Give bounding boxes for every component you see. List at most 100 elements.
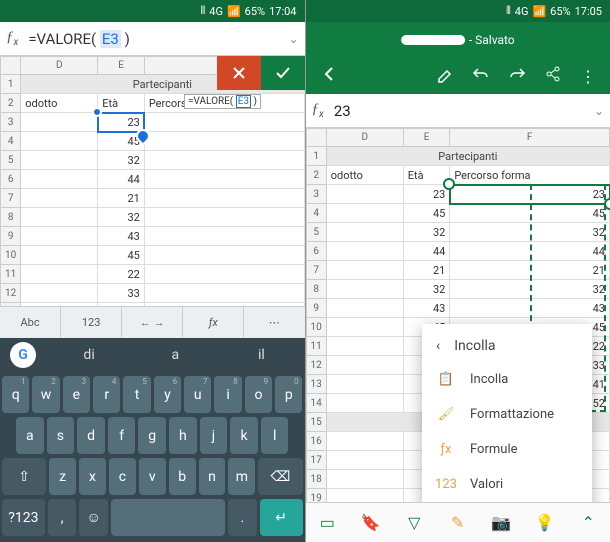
clipboard-icon: 📋 — [436, 372, 456, 387]
mode-123[interactable]: 123 — [61, 307, 122, 338]
back-icon[interactable]: ‹ — [436, 338, 440, 354]
clock: 17:05 — [575, 5, 602, 18]
keyboard-mode-bar: Abc 123 ← → ƒx ⋯ — [0, 306, 305, 338]
key-p[interactable]: p0 — [275, 376, 302, 413]
paste-item-formatting[interactable]: 🖌Formattazione — [422, 397, 592, 432]
highlight-icon[interactable]: ✎ — [443, 513, 473, 532]
paste-item-paste[interactable]: 📋Incolla — [422, 362, 592, 397]
key-j[interactable]: j — [200, 417, 228, 454]
key-w[interactable]: w2 — [32, 376, 59, 413]
signal-icon: 📶 — [227, 5, 241, 18]
formula-text[interactable]: =VALORE( E3 ) — [28, 30, 288, 48]
suggestion-3[interactable]: il — [218, 347, 304, 363]
back-button[interactable] — [320, 65, 338, 87]
active-cell[interactable]: 23 — [98, 113, 145, 132]
clock: 17:04 — [269, 5, 296, 18]
formula-actions — [217, 56, 305, 90]
key-k[interactable]: k — [230, 417, 258, 454]
suggestion-2[interactable]: a — [132, 347, 218, 363]
formula-bar[interactable]: ƒx =VALORE( E3 ) ⌄ — [0, 22, 305, 56]
col-d[interactable]: D — [326, 129, 403, 147]
key-d[interactable]: d — [77, 417, 105, 454]
chevron-down-icon[interactable]: ⌄ — [288, 32, 298, 46]
shift-key[interactable]: ⇧ — [2, 458, 46, 495]
key-o[interactable]: o9 — [245, 376, 272, 413]
key-c[interactable]: c — [109, 458, 136, 495]
enter-key[interactable]: ↵ — [260, 499, 303, 536]
brush-icon: 🖌 — [436, 407, 456, 422]
key-h[interactable]: h — [169, 417, 197, 454]
attach-icon[interactable]: 🔖 — [356, 513, 386, 532]
key-t[interactable]: t5 — [123, 376, 150, 413]
share-button[interactable] — [544, 65, 562, 87]
formula-text[interactable]: 23 — [334, 102, 594, 120]
comma-key[interactable]: , — [48, 499, 77, 536]
paste-menu: ‹ Incolla 📋Incolla 🖌Formattazione ƒxForm… — [422, 324, 592, 502]
google-icon[interactable]: G — [10, 342, 36, 368]
col-d[interactable]: D — [21, 57, 98, 75]
key-u[interactable]: u7 — [184, 376, 211, 413]
bottom-toolbar: ▭ 🔖 ▽ ✎ 📷 💡 ⌃ — [306, 502, 610, 542]
key-x[interactable]: x — [79, 458, 106, 495]
values-icon: 123 — [436, 477, 456, 492]
redo-button[interactable] — [508, 65, 526, 87]
period-key[interactable]: . — [228, 499, 257, 536]
paste-item-formulas[interactable]: ƒxFormule — [422, 432, 592, 467]
key-l[interactable]: l — [261, 417, 289, 454]
key-g[interactable]: g — [138, 417, 166, 454]
formula-bar[interactable]: ƒx 23 ⌄ — [306, 94, 610, 128]
key-i[interactable]: i8 — [214, 376, 241, 413]
col-e[interactable]: E — [403, 129, 450, 147]
paste-menu-header[interactable]: ‹ Incolla — [422, 330, 592, 362]
undo-button[interactable] — [472, 65, 490, 87]
confirm-button[interactable] — [261, 56, 305, 90]
suggestion-1[interactable]: di — [46, 347, 132, 363]
top-toolbar: ⋮ — [306, 58, 610, 94]
sheet-tab-icon[interactable]: ▭ — [312, 513, 342, 532]
chevron-down-icon[interactable]: ⌄ — [594, 104, 604, 118]
col-e[interactable]: E — [98, 57, 145, 75]
status-bar: ⫴ 4G 📶 65% 17:04 — [0, 0, 305, 22]
cancel-button[interactable] — [217, 56, 261, 90]
vibrate-icon: ⫴ — [506, 4, 511, 18]
backspace-key[interactable]: ⌫ — [258, 458, 302, 495]
filter-icon[interactable]: ▽ — [399, 513, 429, 532]
key-s[interactable]: s — [47, 417, 75, 454]
mode-more[interactable]: ⋯ — [244, 307, 304, 338]
col-f[interactable]: F — [450, 129, 610, 147]
more-button[interactable]: ⋮ — [580, 67, 596, 86]
fx-icon: ƒx — [436, 442, 456, 457]
key-z[interactable]: z — [49, 458, 76, 495]
symbols-key[interactable]: ?123 — [2, 499, 45, 536]
fx-label: ƒx — [312, 101, 324, 120]
key-n[interactable]: n — [199, 458, 226, 495]
file-title[interactable]: - Salvato — [401, 33, 515, 47]
mode-abc[interactable]: Abc — [0, 307, 61, 338]
mode-arrows[interactable]: ← → — [122, 307, 183, 338]
emoji-key[interactable]: ☺ — [79, 499, 108, 536]
key-b[interactable]: b — [169, 458, 196, 495]
mode-fx[interactable]: ƒx — [183, 307, 244, 338]
key-y[interactable]: y6 — [154, 376, 181, 413]
phone-right: ⫴ 4G 📶 65% 17:05 - Salvato ⋮ ƒx 23 ⌄ DEF… — [306, 0, 610, 542]
expand-icon[interactable]: ⌃ — [573, 513, 603, 532]
paste-item-values[interactable]: 123Valori — [422, 467, 592, 502]
ideas-icon[interactable]: 💡 — [530, 513, 560, 532]
signal-icon: 📶 — [532, 5, 546, 18]
camera-icon[interactable]: 📷 — [486, 513, 516, 532]
key-v[interactable]: v — [139, 458, 166, 495]
status-bar: ⫴ 4G 📶 65% 17:05 — [306, 0, 610, 22]
vibrate-icon: ⫴ — [201, 4, 206, 18]
key-f[interactable]: f — [108, 417, 136, 454]
spreadsheet[interactable]: DEF 1Partecipanti2odottoEtàPercorso form… — [306, 128, 610, 502]
spreadsheet[interactable]: DEF 1Partecipanti 2odottoEtàPercorso for… — [0, 56, 305, 306]
key-a[interactable]: a — [16, 417, 44, 454]
battery-label: 65% — [550, 5, 570, 18]
key-e[interactable]: e3 — [63, 376, 90, 413]
space-key[interactable] — [111, 499, 225, 536]
suggestion-bar: G di a il — [0, 338, 305, 372]
key-q[interactable]: q1 — [2, 376, 29, 413]
key-m[interactable]: m — [228, 458, 255, 495]
key-r[interactable]: r4 — [93, 376, 120, 413]
format-button[interactable] — [436, 65, 454, 87]
